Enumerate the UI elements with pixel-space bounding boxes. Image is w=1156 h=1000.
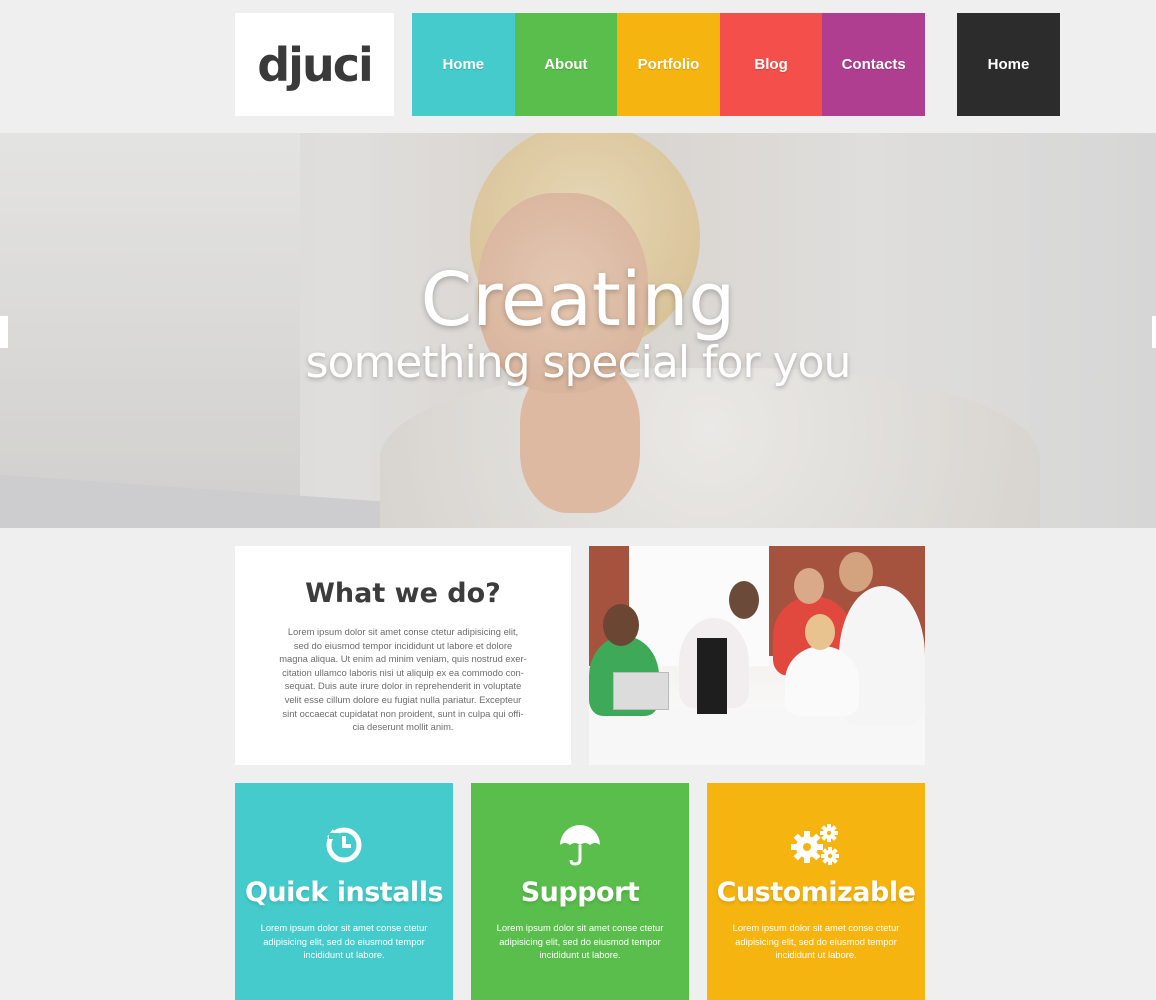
slider-prev-arrow[interactable]	[0, 316, 8, 348]
feature-title: Support	[520, 877, 640, 908]
nav-home-dark-button[interactable]: Home	[957, 13, 1060, 116]
photo-person-blonde	[785, 646, 859, 716]
photo-head-3	[794, 568, 824, 604]
what-we-do-title: What we do?	[305, 578, 501, 609]
what-we-do-text: Lorem ipsum dolor sit amet conse ctetur …	[279, 626, 527, 733]
slider-next-arrow[interactable]	[1152, 316, 1156, 348]
nav-item-portfolio[interactable]: Portfolio	[617, 13, 720, 116]
feature-quick-installs[interactable]: Quick installs Lorem ipsum dolor sit ame…	[235, 783, 453, 1000]
photo-head-2	[729, 581, 759, 619]
hero-subtitle: something special for you	[305, 337, 852, 388]
nav-item-contacts[interactable]: Contacts	[822, 13, 925, 116]
photo-head-4	[839, 552, 873, 592]
feature-title: Customizable	[716, 877, 916, 908]
feature-title: Quick installs	[244, 877, 444, 908]
umbrella-icon	[471, 823, 689, 867]
photo-head-5	[805, 614, 835, 650]
feature-text: Lorem ipsum dolor sit amet conse ctetur …	[496, 922, 664, 961]
feature-customizable[interactable]: Customizable Lorem ipsum dolor sit amet …	[707, 783, 925, 1000]
photo-monitor	[697, 638, 727, 714]
nav-item-about[interactable]: About	[514, 13, 618, 116]
photo-laptop	[613, 672, 669, 710]
nav-item-home[interactable]: Home	[412, 13, 515, 116]
history-clock-icon	[235, 823, 453, 867]
photo-head-1	[603, 604, 639, 646]
nav-item-blog[interactable]: Blog	[719, 13, 823, 116]
feature-text: Lorem ipsum dolor sit amet conse ctetur …	[260, 922, 428, 961]
site-logo[interactable]: djuci	[235, 13, 394, 116]
team-photo	[589, 546, 925, 765]
main-nav: Home About Portfolio Blog Contacts	[412, 13, 925, 116]
feature-text: Lorem ipsum dolor sit amet conse ctetur …	[732, 922, 900, 961]
feature-support[interactable]: Support Lorem ipsum dolor sit amet conse…	[471, 783, 689, 1000]
gears-icon	[707, 823, 925, 867]
what-we-do-panel: What we do? Lorem ipsum dolor sit amet c…	[235, 546, 571, 765]
hero-title: Creating	[420, 257, 736, 343]
logo-text: djuci	[257, 37, 373, 92]
